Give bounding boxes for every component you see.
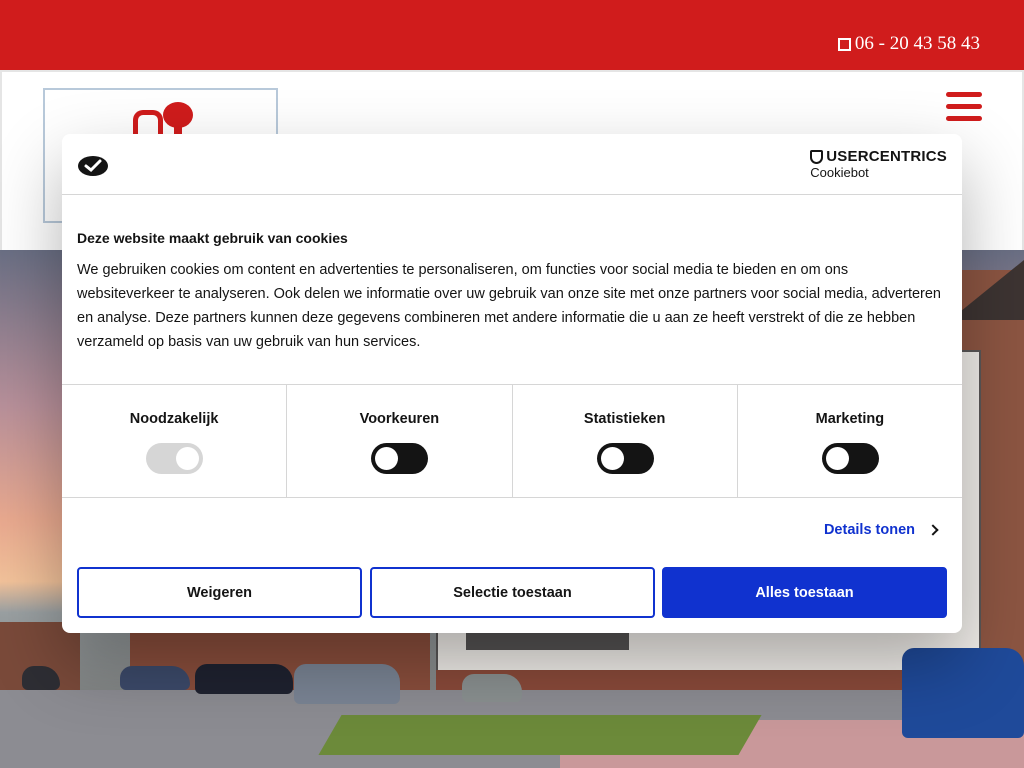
category-marketing: Marketing [738, 385, 962, 497]
shield-icon [810, 149, 824, 164]
category-label: Noodzakelijk [129, 411, 219, 427]
lock-icon [133, 110, 163, 134]
top-bar: 06 - 20 43 58 43 [0, 0, 1024, 70]
usercentrics-brand: USERCENTRICS Cookiebot [810, 148, 947, 180]
statistics-toggle[interactable] [596, 443, 654, 474]
cookiebot-logo-icon [78, 156, 108, 176]
preferences-toggle[interactable] [371, 443, 429, 474]
car [120, 666, 190, 690]
phone-number: 06 - 20 43 58 43 [854, 33, 980, 54]
necessary-toggle [146, 443, 204, 474]
car [294, 664, 400, 704]
car [195, 664, 293, 694]
hamburger-menu-icon[interactable] [946, 92, 982, 122]
allow-all-button[interactable]: Alles toestaan [662, 567, 947, 618]
chevron-right-icon [927, 524, 939, 536]
allow-selection-button[interactable]: Selectie toestaan [370, 567, 655, 618]
provider-name: USERCENTRICS [826, 148, 947, 165]
category-preferences: Voorkeuren [287, 385, 513, 497]
car [462, 674, 522, 702]
category-necessary: Noodzakelijk [62, 385, 288, 497]
category-statistics: Statistieken [513, 385, 738, 497]
provider-product: Cookiebot [810, 165, 869, 180]
category-label: Voorkeuren [359, 411, 440, 427]
marketing-toggle[interactable] [821, 443, 879, 474]
cookie-categories: Noodzakelijk Voorkeuren Statistieken Mar… [62, 384, 962, 498]
car [902, 648, 1024, 738]
show-details-link[interactable]: Details tonen [823, 522, 939, 538]
category-label: Statistieken [583, 411, 666, 427]
cookie-consent-dialog: USERCENTRICS Cookiebot Deze website maak… [62, 134, 962, 633]
reject-button[interactable]: Weigeren [77, 567, 362, 618]
cookie-dialog-header: USERCENTRICS Cookiebot [62, 134, 962, 195]
cookie-description: We gebruiken cookies om content en adver… [77, 262, 941, 350]
phone-link[interactable]: 06 - 20 43 58 43 [837, 33, 980, 55]
details-label: Details tonen [823, 522, 915, 538]
phone-icon [837, 37, 851, 51]
category-label: Marketing [815, 411, 885, 427]
facade-bar [466, 632, 629, 650]
cookie-title: Deze website maakt gebruik van cookies [77, 230, 348, 246]
grass-strip [318, 715, 762, 755]
